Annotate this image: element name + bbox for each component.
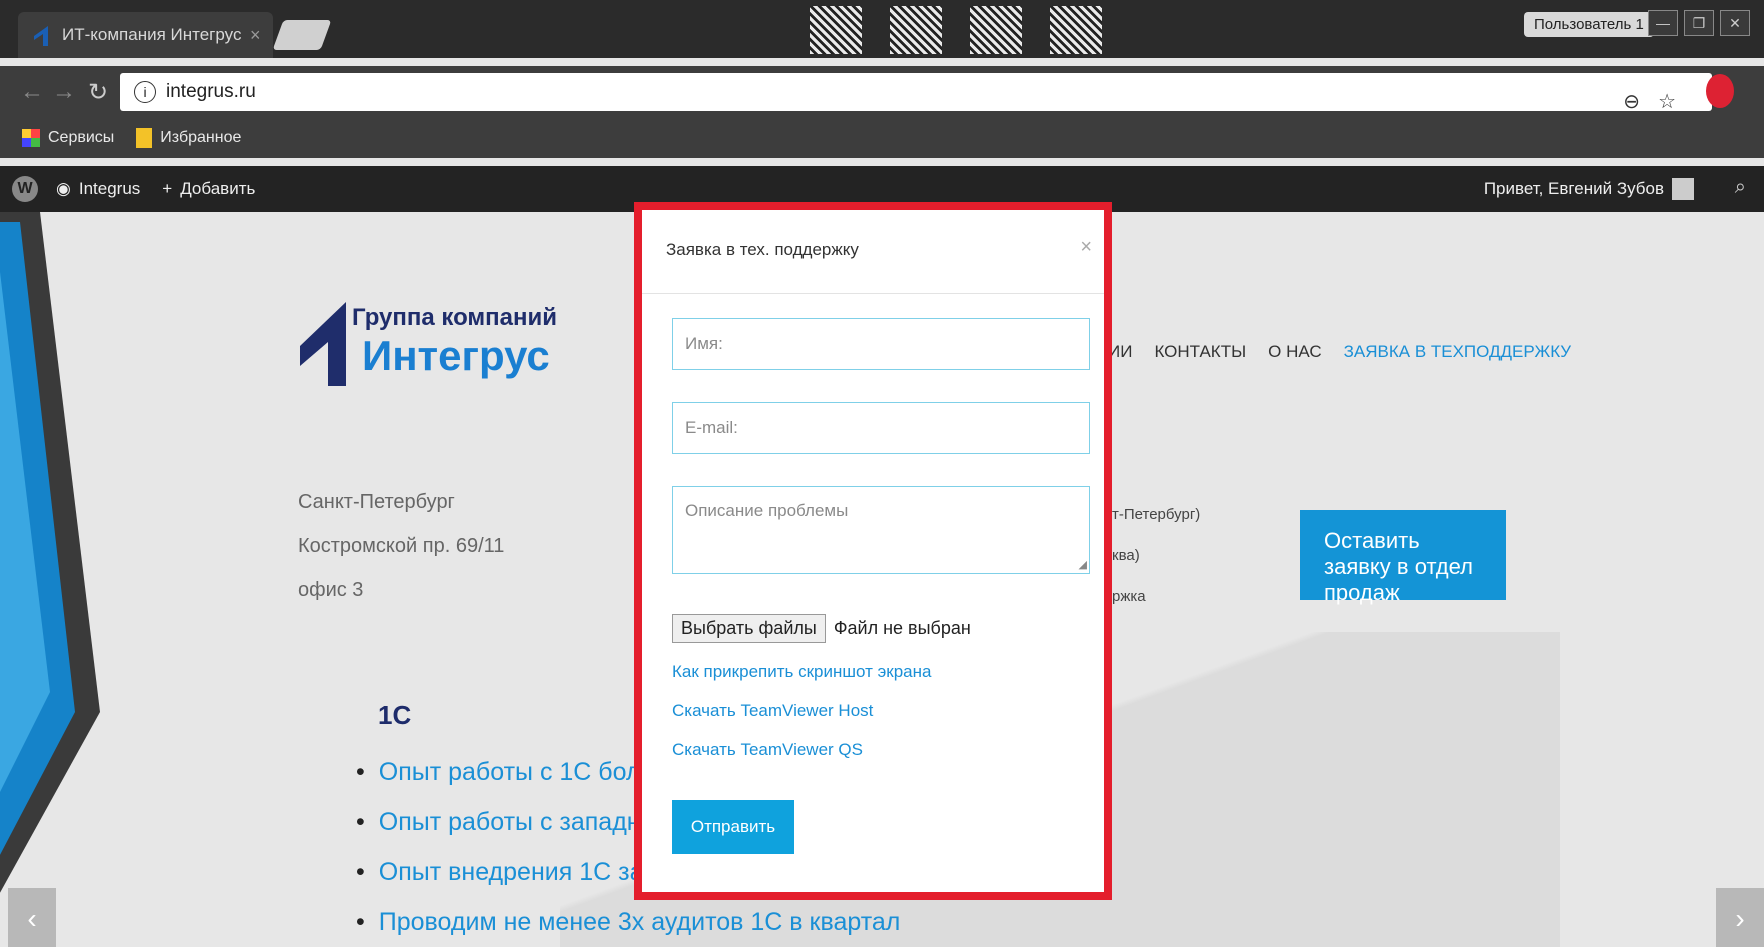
submit-button[interactable]: Отправить	[672, 800, 794, 854]
list-item[interactable]: Проводим не менее 3х аудитов 1С в кварта…	[356, 897, 901, 947]
folder-icon	[136, 128, 153, 148]
window-controls: — ❐ ✕	[1648, 10, 1750, 36]
reload-icon[interactable]: ↻	[88, 78, 108, 107]
apps-grid-icon	[22, 129, 40, 147]
site-logo[interactable]: Группа компаний Интегрус	[300, 302, 557, 386]
site-info-icon[interactable]: i	[134, 81, 156, 103]
bookmark-favorites[interactable]: Избранное	[136, 128, 241, 148]
email-placeholder: E-mail:	[685, 418, 738, 437]
contact-line: т-Петербург)	[1112, 506, 1201, 523]
minimize-icon[interactable]: —	[1648, 10, 1678, 36]
contacts-list: т-Петербург) ква) ржка	[1112, 494, 1200, 617]
modal-header: Заявка в тех. поддержку ×	[642, 210, 1104, 294]
browser-titlebar: ИТ-компания Интегрус × Пользователь 1 — …	[0, 0, 1764, 58]
description-placeholder: Описание проблемы	[685, 501, 849, 520]
menu-item-support[interactable]: ЗАЯВКА В ТЕХПОДДЕРЖКУ	[1344, 342, 1571, 362]
tab-title: ИТ-компания Интегрус	[62, 25, 242, 44]
forward-icon[interactable]: →	[52, 78, 76, 106]
address-toolbar: ← → ↻ i integrus.ru ⊖ ☆	[0, 66, 1764, 118]
name-field[interactable]: Имя:	[672, 318, 1090, 370]
plus-icon: +	[162, 179, 173, 198]
search-icon[interactable]: ⌕	[1735, 176, 1746, 199]
wp-greeting: Привет, Евгений Зубов	[1483, 179, 1664, 198]
bookmarks-bar: Сервисы Избранное	[0, 118, 1764, 158]
modal-title: Заявка в тех. поддержку	[666, 240, 859, 259]
help-links: Как прикрепить скриншот экрана Скачать T…	[672, 652, 931, 769]
url-text: integrus.ru	[166, 81, 256, 102]
titlebar-decoration	[810, 6, 1130, 58]
name-placeholder: Имя:	[685, 334, 723, 353]
address-line: офис 3	[298, 579, 364, 601]
address-line: Костромской пр. 69/11	[298, 535, 505, 557]
contact-line: ржка	[1112, 588, 1146, 605]
browser-tab[interactable]: ИТ-компания Интегрус ×	[18, 12, 273, 58]
close-window-icon[interactable]: ✕	[1720, 10, 1750, 36]
email-field[interactable]: E-mail:	[672, 402, 1090, 454]
logo-text-main: Интегрус	[362, 332, 550, 379]
url-input[interactable]: i integrus.ru ⊖ ☆	[120, 73, 1712, 114]
support-request-modal: Заявка в тех. поддержку × Имя: E-mail: О…	[634, 202, 1112, 900]
wp-add-label: Добавить	[180, 179, 256, 198]
avatar	[1672, 178, 1694, 200]
wordpress-icon[interactable]: W	[12, 176, 38, 202]
teamviewer-qs-link[interactable]: Скачать TeamViewer QS	[672, 730, 931, 769]
file-upload: Выбрать файлы Файл не выбран	[672, 614, 971, 643]
palette-icon: ◉	[56, 179, 71, 198]
wp-add-new[interactable]: + Добавить	[162, 179, 255, 199]
contact-line: ква)	[1112, 547, 1140, 564]
tab-close-icon[interactable]: ×	[250, 25, 261, 46]
bookmark-apps[interactable]: Сервисы	[22, 129, 114, 147]
slider-prev-button[interactable]: ‹	[8, 888, 56, 947]
menu-item-about[interactable]: О НАС	[1268, 342, 1321, 362]
screenshot-help-link[interactable]: Как прикрепить скриншот экрана	[672, 652, 931, 691]
choose-files-button[interactable]: Выбрать файлы	[672, 614, 826, 643]
wp-account[interactable]: Привет, Евгений Зубов	[1484, 178, 1694, 200]
file-status: Файл не выбран	[833, 618, 971, 638]
wp-site-label: Integrus	[78, 179, 141, 198]
profile-button[interactable]: Пользователь 1	[1524, 12, 1654, 37]
section-title: 1С	[378, 700, 412, 730]
slider-next-button[interactable]: ›	[1716, 888, 1764, 947]
restore-icon[interactable]: ❐	[1684, 10, 1714, 36]
sales-request-button[interactable]: Оставить заявку в отдел продаж	[1300, 510, 1506, 605]
office-address: Санкт-Петербург Костромской пр. 69/11 оф…	[298, 480, 504, 612]
back-icon[interactable]: ←	[20, 78, 44, 106]
teamviewer-host-link[interactable]: Скачать TeamViewer Host	[672, 691, 931, 730]
resize-handle-icon[interactable]: ◢	[1079, 558, 1087, 571]
bookmark-label: Сервисы	[48, 129, 115, 146]
logo-text-top: Группа компаний	[352, 304, 558, 331]
wp-site-link[interactable]: ◉ Integrus	[56, 179, 140, 199]
new-tab-button[interactable]	[272, 20, 332, 50]
extension-icon[interactable]	[1706, 74, 1734, 108]
decorative-shape	[0, 212, 100, 893]
menu-item-contacts[interactable]: КОНТАКТЫ	[1154, 342, 1246, 362]
site-favicon-icon	[34, 26, 48, 46]
main-menu: ИИ КОНТАКТЫ О НАС ЗАЯВКА В ТЕХПОДДЕРЖКУ	[1108, 342, 1571, 362]
bookmark-star-icon[interactable]: ☆	[1658, 89, 1676, 114]
bookmark-label: Избранное	[160, 129, 242, 146]
address-line: Санкт-Петербург	[298, 491, 455, 513]
logo-icon	[300, 302, 346, 386]
close-icon[interactable]: ×	[1080, 236, 1092, 259]
zoom-icon[interactable]: ⊖	[1623, 89, 1640, 114]
description-field[interactable]: Описание проблемы ◢	[672, 486, 1090, 574]
